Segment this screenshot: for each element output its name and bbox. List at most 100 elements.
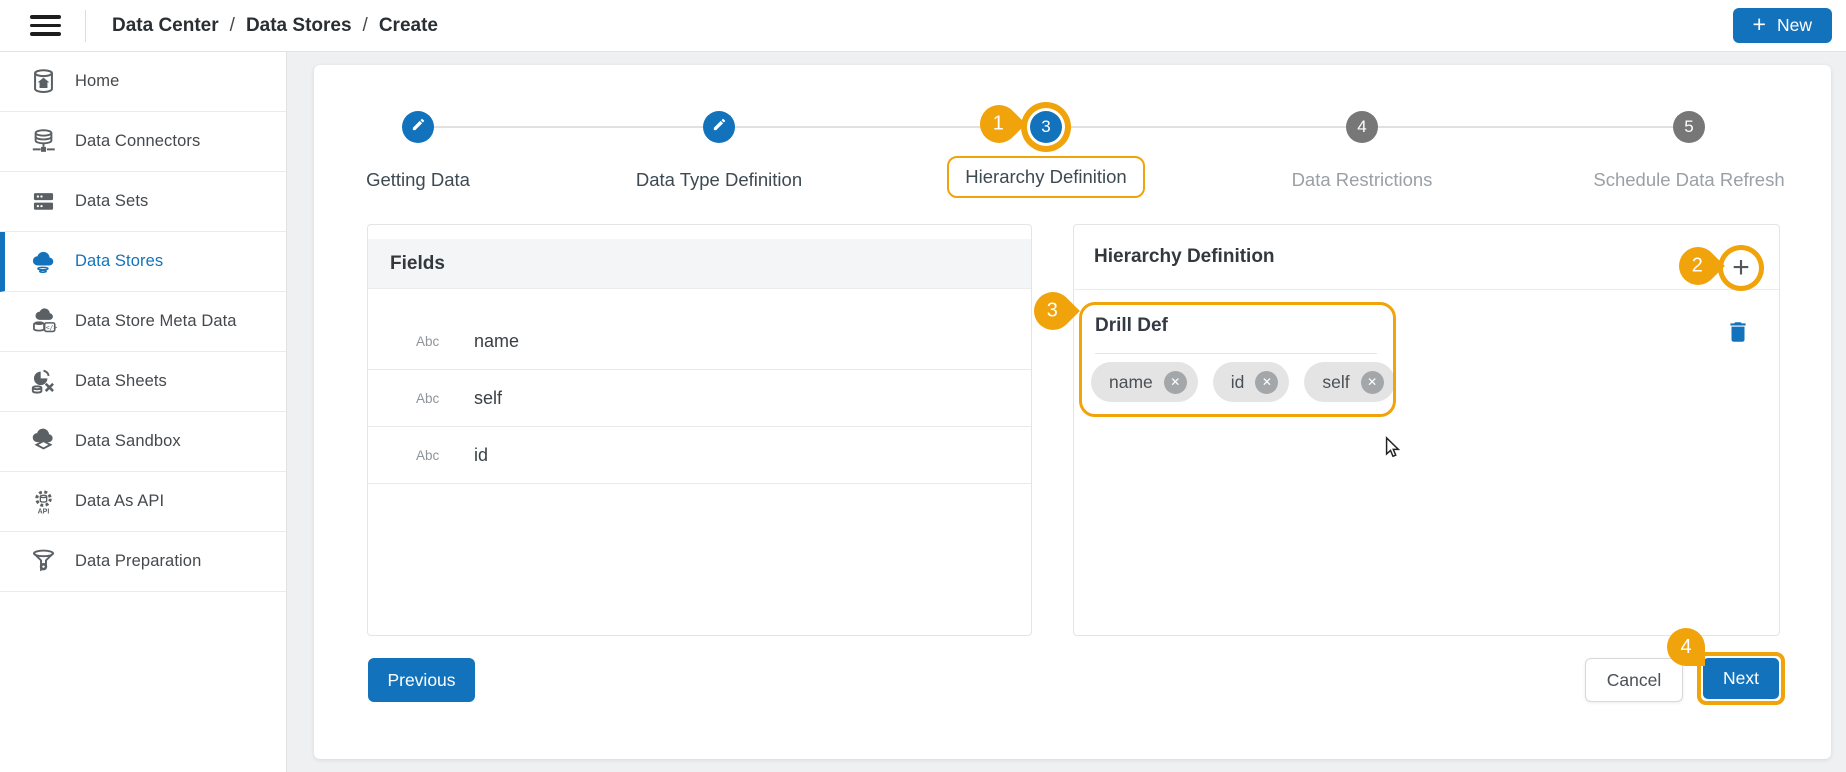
svg-text:API: API: [37, 509, 49, 515]
drill-def-divider: [1095, 353, 1377, 354]
sidebar-item-data-connectors[interactable]: Data Connectors: [0, 112, 286, 172]
field-name: name: [474, 331, 519, 352]
step-data-restrictions: 4 Data Restrictions: [1212, 111, 1512, 191]
sidebar-item-label: Data Sandbox: [75, 432, 181, 451]
field-type-badge: Abc: [416, 334, 448, 349]
drill-def-chips: name ✕ id ✕ self ✕: [1091, 362, 1395, 402]
chip-label: name: [1109, 372, 1153, 393]
hierarchy-panel-header: Hierarchy Definition: [1074, 225, 1779, 290]
chip-name: name ✕: [1091, 362, 1198, 402]
plus-icon: +: [1732, 253, 1750, 283]
step-4-circle[interactable]: 4: [1346, 111, 1378, 143]
hierarchy-definition-panel: Hierarchy Definition + Drill Def name ✕ …: [1073, 224, 1780, 636]
step-data-type-definition: Data Type Definition: [569, 111, 869, 191]
step-3-label: Hierarchy Definition: [947, 156, 1144, 198]
cancel-button[interactable]: Cancel: [1585, 658, 1683, 702]
field-type-badge: Abc: [416, 448, 448, 463]
menu-icon[interactable]: [30, 15, 61, 36]
sidebar-item-data-as-api[interactable]: API Data As API: [0, 472, 286, 532]
home-database-icon: [28, 67, 58, 97]
data-sheets-icon: [28, 367, 58, 397]
fields-list: Abc name Abc self Abc id: [368, 313, 1031, 484]
sidebar-item-label: Data Sets: [75, 192, 148, 211]
topbar-divider: [85, 10, 86, 42]
sidebar: Home Data Connectors Data Sets: [0, 52, 287, 772]
sidebar-item-data-store-meta-data[interactable]: </> Data Store Meta Data: [0, 292, 286, 352]
sidebar-item-label: Data Connectors: [75, 132, 200, 151]
sidebar-item-label: Data As API: [75, 492, 164, 511]
chip-self: self ✕: [1304, 362, 1394, 402]
trash-icon: [1725, 333, 1751, 348]
breadcrumb-separator: /: [363, 15, 368, 37]
callout-badge-4: 4: [1667, 628, 1705, 666]
data-as-api-icon: API: [28, 487, 58, 517]
step-4-label: Data Restrictions: [1292, 169, 1433, 191]
breadcrumb: Data Center / Data Stores / Create: [112, 15, 438, 37]
field-name: self: [474, 388, 502, 409]
sidebar-item-label: Data Sheets: [75, 372, 167, 391]
plus-icon: +: [1753, 13, 1766, 36]
sidebar-item-label: Home: [75, 72, 119, 91]
step-hierarchy-definition: 3 Hierarchy Definition: [896, 111, 1196, 198]
step-4-number: 4: [1357, 117, 1366, 137]
remove-chip-icon[interactable]: ✕: [1361, 371, 1384, 394]
pencil-icon: [411, 117, 426, 137]
field-row-name[interactable]: Abc name: [368, 313, 1031, 370]
step-2-circle[interactable]: [703, 111, 735, 143]
sidebar-item-data-sets[interactable]: Data Sets: [0, 172, 286, 232]
data-connectors-icon: [28, 127, 58, 157]
breadcrumb-separator: /: [230, 15, 235, 37]
hierarchy-panel-title: Hierarchy Definition: [1094, 246, 1275, 268]
next-button-highlight-outline: Next: [1697, 652, 1785, 705]
remove-chip-icon[interactable]: ✕: [1255, 371, 1278, 394]
step-5-label: Schedule Data Refresh: [1593, 169, 1784, 191]
svg-text:</>: </>: [45, 324, 56, 331]
sidebar-item-label: Data Store Meta Data: [75, 312, 237, 331]
sidebar-item-data-stores[interactable]: Data Stores: [0, 232, 286, 292]
fields-panel-header: Fields: [368, 239, 1031, 289]
sidebar-item-home[interactable]: Home: [0, 52, 286, 112]
data-stores-icon: [28, 247, 58, 277]
sidebar-item-label: Data Preparation: [75, 552, 201, 571]
chip-label: id: [1231, 372, 1245, 393]
top-bar: Data Center / Data Stores / Create + New: [0, 0, 1846, 52]
drill-def-title: Drill Def: [1095, 315, 1168, 337]
step-1-circle[interactable]: [402, 111, 434, 143]
data-sets-icon: [28, 187, 58, 217]
pencil-icon: [712, 117, 727, 137]
sidebar-item-label: Data Stores: [75, 252, 163, 271]
step-5-circle[interactable]: 5: [1673, 111, 1705, 143]
field-row-self[interactable]: Abc self: [368, 370, 1031, 427]
fields-panel-title: Fields: [390, 253, 445, 275]
breadcrumb-data-center[interactable]: Data Center: [112, 15, 219, 37]
create-wizard-card: Getting Data Data Type Definition 3 Hier…: [314, 65, 1831, 759]
field-row-id[interactable]: Abc id: [368, 427, 1031, 484]
step-3-circle[interactable]: 3: [1030, 111, 1062, 143]
next-button[interactable]: Next: [1703, 658, 1779, 699]
data-sandbox-icon: [28, 427, 58, 457]
chip-id: id ✕: [1213, 362, 1290, 402]
step-schedule-data-refresh: 5 Schedule Data Refresh: [1539, 111, 1839, 191]
field-name: id: [474, 445, 488, 466]
field-type-badge: Abc: [416, 391, 448, 406]
new-button[interactable]: + New: [1733, 8, 1832, 43]
delete-drill-def-button[interactable]: [1723, 318, 1753, 348]
add-hierarchy-button[interactable]: +: [1723, 250, 1759, 286]
new-button-label: New: [1777, 15, 1812, 36]
step-1-label: Getting Data: [366, 169, 470, 191]
sidebar-item-data-sheets[interactable]: Data Sheets: [0, 352, 286, 412]
sidebar-item-data-sandbox[interactable]: Data Sandbox: [0, 412, 286, 472]
chip-label: self: [1322, 372, 1349, 393]
breadcrumb-data-stores[interactable]: Data Stores: [246, 15, 352, 37]
step-5-number: 5: [1684, 117, 1693, 137]
step-3-number: 3: [1041, 117, 1050, 137]
data-preparation-icon: [28, 547, 58, 577]
step-getting-data: Getting Data: [268, 111, 568, 191]
previous-button[interactable]: Previous: [368, 658, 475, 702]
fields-panel: Fields Abc name Abc self Abc id: [367, 224, 1032, 636]
sidebar-item-data-preparation[interactable]: Data Preparation: [0, 532, 286, 592]
remove-chip-icon[interactable]: ✕: [1164, 371, 1187, 394]
data-store-meta-data-icon: </>: [28, 307, 58, 337]
step-2-label: Data Type Definition: [636, 169, 802, 191]
breadcrumb-create: Create: [379, 15, 438, 37]
